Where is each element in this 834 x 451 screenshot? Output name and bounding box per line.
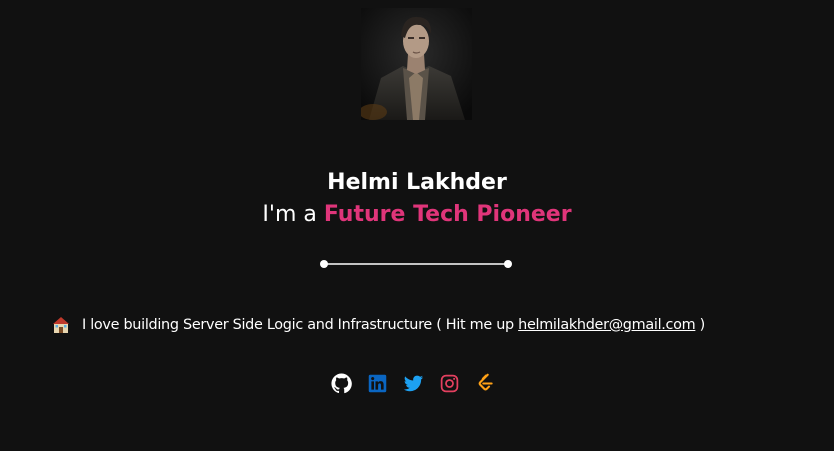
bio-text: I love building Server Side Logic and In… [82,317,514,333]
tagline-prefix: I'm a [262,202,317,227]
github-link[interactable] [331,373,352,394]
email-link[interactable]: helmilakhder@gmail.com [518,317,696,333]
avatar [361,8,472,120]
twitter-icon [403,375,424,392]
profile-page: Helmi Lakhder I'm a Future Tech Pioneer … [0,0,834,451]
leetcode-link[interactable] [475,373,496,394]
avatar-photo [361,8,472,120]
divider [320,260,512,268]
tagline-highlight: Future Tech Pioneer [323,202,572,227]
instagram-link[interactable] [439,373,460,394]
linkedin-link[interactable] [367,373,388,394]
github-icon [331,373,352,394]
linkedin-icon [368,374,387,393]
tagline: I'm a Future Tech Pioneer [0,201,834,229]
bio-suffix: ) [699,317,706,333]
house-emoji-icon [53,317,69,333]
twitter-link[interactable] [403,373,424,394]
instagram-icon [440,374,459,393]
social-links [331,373,496,394]
profile-name: Helmi Lakhder [327,170,507,195]
leetcode-icon [478,373,493,391]
bio-line: I love building Server Side Logic and In… [52,314,705,336]
